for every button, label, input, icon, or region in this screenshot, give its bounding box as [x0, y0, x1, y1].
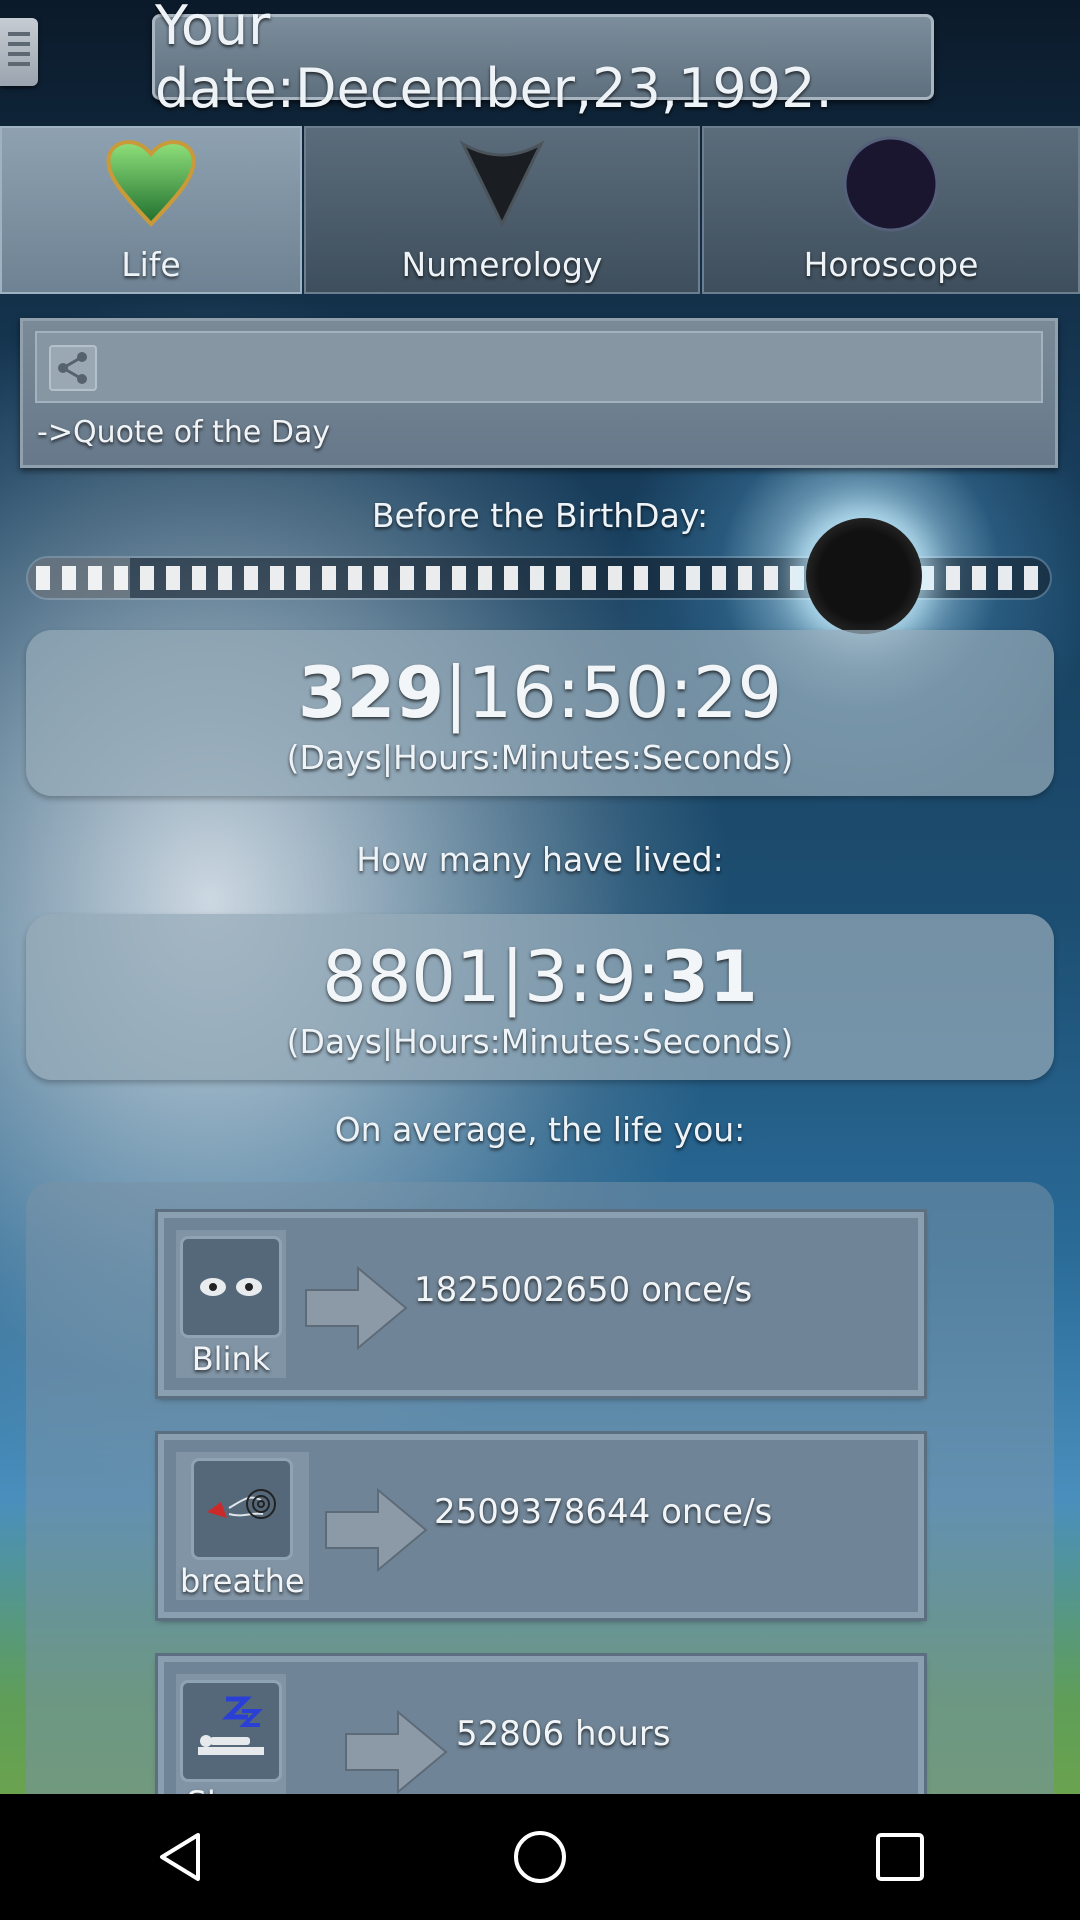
stat-blink: Blink 1825002650 once/s: [158, 1212, 924, 1396]
stat-blink-card: Blink: [176, 1230, 286, 1378]
recents-button[interactable]: [840, 1797, 960, 1917]
stat-breathe: breathe 2509378644 once/s: [158, 1434, 924, 1618]
lived-counter: 8801|3:9:31 (Days|Hours:Minutes:Seconds): [26, 914, 1054, 1080]
home-button[interactable]: [480, 1797, 600, 1917]
stat-sleep-value: 52806 hours: [456, 1714, 671, 1754]
share-icon: [58, 352, 87, 384]
quote-panel: ->Quote of the Day: [20, 318, 1058, 468]
dark-circle-icon: [843, 136, 939, 232]
tab-life-label: Life: [121, 245, 181, 284]
heart-icon: [106, 140, 196, 227]
arrow-right-icon: [305, 1266, 408, 1350]
birthday-countdown-value: 329|16:50:29: [26, 652, 1054, 734]
birthday-time: |16:50:29: [444, 652, 783, 734]
stat-blink-label: Blink: [191, 1340, 271, 1378]
recents-square-icon: [876, 1833, 924, 1881]
quote-text-bar: [35, 331, 1043, 403]
eyes-icon: [180, 1236, 282, 1338]
stat-breathe-card: breathe: [176, 1452, 309, 1600]
back-button[interactable]: [120, 1797, 240, 1917]
stat-breathe-value: 2509378644 once/s: [434, 1492, 773, 1532]
tab-numerology[interactable]: Numerology: [304, 126, 700, 294]
eclipse-image: [806, 518, 922, 634]
birthday-section-title: Before the BirthDay:: [371, 496, 709, 535]
back-triangle-icon: [160, 1833, 200, 1881]
lived-units: (Days|Hours:Minutes:Seconds): [286, 1022, 794, 1061]
average-section-title: On average, the life you:: [334, 1110, 746, 1149]
arrow-right-icon: [325, 1488, 428, 1572]
triangle-down-icon: [459, 140, 545, 228]
tab-horoscope-label: Horoscope: [803, 245, 979, 284]
stat-breathe-label: breathe: [180, 1562, 305, 1600]
quote-of-the-day-link[interactable]: ->Quote of the Day: [37, 415, 330, 450]
stat-blink-value: 1825002650 once/s: [414, 1270, 753, 1310]
breath-icon: [191, 1458, 294, 1560]
tab-life[interactable]: Life: [0, 126, 302, 294]
system-navigation-bar: [0, 1794, 1080, 1920]
home-circle-icon: [514, 1831, 566, 1883]
lived-section-title: How many have lived:: [356, 840, 724, 879]
tab-numerology-label: Numerology: [401, 245, 603, 284]
birthday-countdown: 329|16:50:29 (Days|Hours:Minutes:Seconds…: [26, 630, 1054, 796]
lived-prefix: 8801|3:9:: [322, 936, 661, 1018]
arrow-right-icon: [345, 1710, 448, 1794]
tab-horoscope[interactable]: Horoscope: [702, 126, 1080, 294]
hamburger-menu-icon[interactable]: [0, 18, 38, 86]
lived-counter-value: 8801|3:9:31: [26, 936, 1054, 1018]
date-display[interactable]: Your date:December,23,1992.: [152, 0, 934, 120]
share-button[interactable]: [49, 345, 97, 391]
lived-seconds: 31: [660, 936, 758, 1018]
sleep-icon: [180, 1680, 282, 1782]
birthday-days: 329: [297, 652, 445, 734]
birthday-units: (Days|Hours:Minutes:Seconds): [286, 738, 794, 777]
